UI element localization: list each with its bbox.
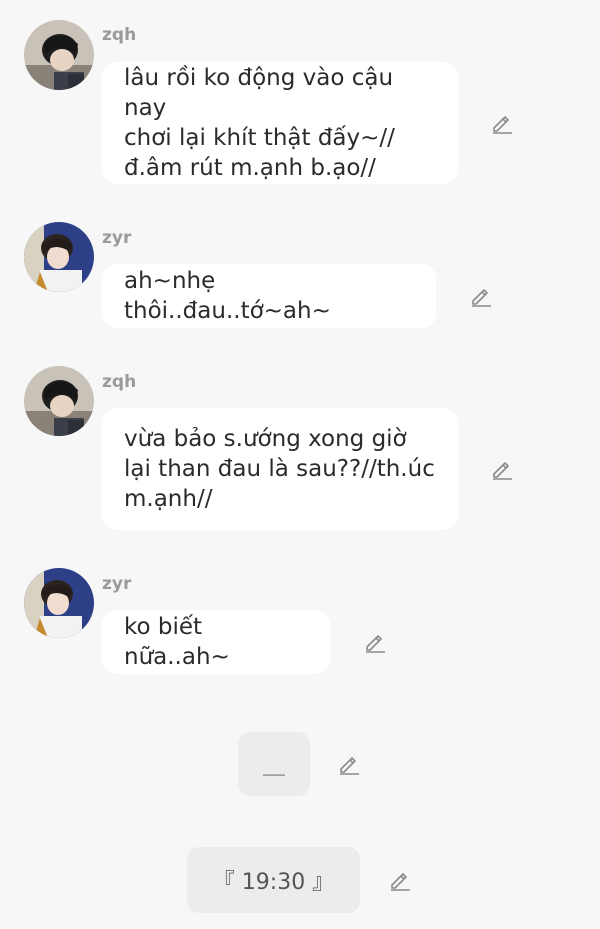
pencil-edit-icon[interactable] bbox=[490, 111, 514, 135]
username: zyr bbox=[102, 228, 132, 248]
time-separator-bubble[interactable]: 『 19:30 』 bbox=[187, 847, 360, 913]
message-bubble[interactable]: vừa bảo s.ướng xong giờ lại than đau là … bbox=[102, 408, 458, 530]
avatar[interactable] bbox=[24, 366, 94, 436]
chat-page: zqh lâu rồi ko động vào cậu nay chơi lại… bbox=[0, 0, 600, 929]
avatar[interactable] bbox=[24, 20, 94, 90]
pencil-edit-icon[interactable] bbox=[363, 630, 387, 654]
avatar[interactable] bbox=[24, 568, 94, 638]
pencil-edit-icon[interactable] bbox=[337, 752, 361, 776]
pencil-edit-icon[interactable] bbox=[490, 457, 514, 481]
username: zyr bbox=[102, 574, 132, 594]
pencil-edit-icon[interactable] bbox=[388, 868, 412, 892]
message-bubble[interactable]: lâu rồi ko động vào cậu nay chơi lại khí… bbox=[102, 62, 458, 184]
message-bubble[interactable]: ko biết nữa..ah~ bbox=[102, 610, 330, 674]
message-bubble[interactable]: ah~nhẹ thôi..đau..tớ~ah~ bbox=[102, 264, 436, 328]
pencil-edit-icon[interactable] bbox=[469, 284, 493, 308]
avatar[interactable] bbox=[24, 222, 94, 292]
username: zqh bbox=[102, 25, 137, 45]
username: zqh bbox=[102, 372, 137, 392]
system-message-bubble[interactable]: ＿ bbox=[238, 732, 310, 796]
